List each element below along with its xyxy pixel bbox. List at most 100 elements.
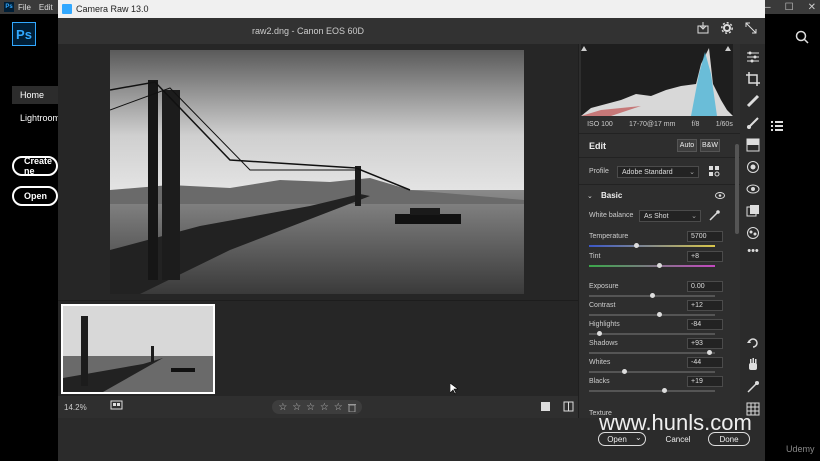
- red-eye-icon[interactable]: [746, 182, 760, 196]
- camera-raw-dialog: Camera Raw 13.0 raw2.dng - Canon EOS 60D: [58, 0, 765, 461]
- slider-track-whites[interactable]: [589, 369, 715, 374]
- bw-button[interactable]: B&W: [700, 139, 720, 152]
- profile-label: Profile: [589, 168, 609, 175]
- slider-label-blacks: Blacks: [589, 378, 610, 385]
- filmstrip-thumbnail[interactable]: [61, 304, 215, 394]
- crop-icon[interactable]: [746, 72, 760, 86]
- menu-edit[interactable]: Edit: [39, 3, 53, 12]
- slider-label-exposure: Exposure: [589, 283, 619, 290]
- compare-view-icon[interactable]: [563, 401, 574, 412]
- presets-icon[interactable]: [746, 226, 760, 240]
- slider-track-blacks[interactable]: [589, 388, 715, 393]
- single-view-icon[interactable]: [540, 401, 551, 412]
- basic-collapse-icon[interactable]: ⌄: [587, 192, 593, 200]
- search-icon[interactable]: [795, 30, 809, 44]
- eyedropper-icon[interactable]: [709, 210, 720, 221]
- zoom-level[interactable]: 14.2%: [64, 403, 87, 412]
- star-4[interactable]: ☆: [320, 402, 329, 413]
- rotate-icon[interactable]: [746, 336, 760, 350]
- slider-value-exposure[interactable]: 0.00: [687, 281, 723, 292]
- window-controls: — ☐ ✕: [761, 0, 816, 14]
- basic-section-title[interactable]: Basic: [601, 191, 622, 200]
- slider-track-highlights[interactable]: [589, 331, 715, 336]
- slider-label-highlights: Highlights: [589, 321, 620, 328]
- slider-knob-exposure[interactable]: [649, 293, 655, 298]
- white-balance-label: White balance: [589, 212, 634, 219]
- slider-value-contrast[interactable]: +12: [687, 300, 723, 311]
- filmstrip-toggle-icon[interactable]: [110, 400, 124, 412]
- slider-knob-shadows[interactable]: [707, 350, 713, 355]
- graduated-filter-icon[interactable]: [746, 138, 760, 152]
- slider-knob-highlights[interactable]: [596, 331, 602, 336]
- exif-iso: ISO 100: [587, 121, 613, 128]
- close-icon[interactable]: ✕: [808, 2, 816, 13]
- create-new-button[interactable]: Create ne: [12, 156, 58, 176]
- slider-track-tint[interactable]: [589, 263, 715, 268]
- save-icon[interactable]: [697, 22, 709, 34]
- slider-value-tint[interactable]: +8: [687, 251, 723, 262]
- slider-value-highlights[interactable]: -84: [687, 319, 723, 330]
- photoshop-right-area: [765, 14, 820, 461]
- color-sampler-icon[interactable]: [746, 380, 760, 394]
- menu-file[interactable]: File: [18, 3, 31, 12]
- edit-title: Edit: [589, 141, 606, 151]
- slider-label-whites: Whites: [589, 359, 611, 366]
- slider-knob-blacks[interactable]: [662, 388, 668, 393]
- star-2[interactable]: ☆: [292, 402, 301, 413]
- dialog-titlebar: Camera Raw 13.0: [58, 0, 765, 18]
- udemy-logo: Udemy: [786, 444, 815, 454]
- edit-sliders-icon[interactable]: [746, 50, 760, 64]
- trash-icon[interactable]: [347, 403, 356, 412]
- slider-label-temperature: Temperature: [589, 233, 629, 240]
- rating-stars: ☆ ☆ ☆ ☆ ☆: [272, 400, 362, 414]
- slider-label-contrast: Contrast: [589, 302, 616, 309]
- star-1[interactable]: ☆: [278, 402, 287, 413]
- filmstrip: [58, 300, 578, 396]
- panel-scrollbar[interactable]: [735, 144, 739, 234]
- mouse-cursor-icon: [450, 383, 458, 395]
- image-canvas: [58, 44, 578, 300]
- photoshop-home-sidebar: [0, 14, 58, 461]
- ps-app-icon: Ps: [4, 2, 14, 12]
- edit-panel: ISO 100 17-70@17 mm f/8 1/60s Edit Auto …: [578, 44, 740, 418]
- maximize-icon[interactable]: ☐: [785, 2, 794, 13]
- slider-label-tint: Tint: [589, 253, 601, 260]
- white-balance-select[interactable]: As Shot ⌄: [639, 210, 701, 222]
- profile-select[interactable]: Adobe Standard ⌄: [617, 166, 699, 178]
- slider-value-blacks[interactable]: +19: [687, 376, 723, 387]
- slider-knob-temperature[interactable]: [634, 243, 640, 248]
- exif-shutter: 1/60s: [715, 121, 733, 128]
- slider-knob-whites[interactable]: [621, 369, 627, 374]
- main-photo[interactable]: [110, 50, 524, 294]
- slider-knob-tint[interactable]: [657, 263, 663, 268]
- healing-icon[interactable]: [746, 94, 760, 108]
- list-icon[interactable]: [771, 120, 783, 132]
- slider-value-temperature[interactable]: 5700: [687, 231, 723, 242]
- slider-value-whites[interactable]: -44: [687, 357, 723, 368]
- slider-value-shadows[interactable]: +93: [687, 338, 723, 349]
- auto-button[interactable]: Auto: [677, 139, 697, 152]
- star-5[interactable]: ☆: [334, 402, 343, 413]
- star-3[interactable]: ☆: [306, 402, 315, 413]
- slider-track-contrast[interactable]: [589, 312, 715, 317]
- shadow-clipping-icon[interactable]: [581, 46, 587, 51]
- eye-icon[interactable]: [715, 192, 725, 199]
- profile-browser-icon[interactable]: [709, 166, 720, 177]
- nav-home[interactable]: Home: [12, 86, 58, 104]
- brush-icon[interactable]: [746, 116, 760, 130]
- snapshots-icon[interactable]: [746, 204, 760, 218]
- hand-icon[interactable]: [746, 358, 760, 372]
- slider-track-temperature[interactable]: [589, 243, 715, 248]
- exif-info: ISO 100 17-70@17 mm f/8 1/60s: [579, 116, 740, 134]
- more-options-icon[interactable]: •••: [746, 244, 760, 258]
- highlight-clipping-icon[interactable]: [725, 46, 731, 51]
- slider-track-exposure[interactable]: [589, 293, 715, 298]
- histogram: [581, 44, 733, 116]
- fullscreen-icon[interactable]: [745, 22, 757, 34]
- open-button[interactable]: Open: [12, 186, 58, 206]
- slider-knob-contrast[interactable]: [657, 312, 663, 317]
- slider-track-shadows[interactable]: [589, 350, 715, 355]
- radial-filter-icon[interactable]: [746, 160, 760, 174]
- gear-icon[interactable]: [721, 22, 733, 34]
- divider: [579, 184, 740, 185]
